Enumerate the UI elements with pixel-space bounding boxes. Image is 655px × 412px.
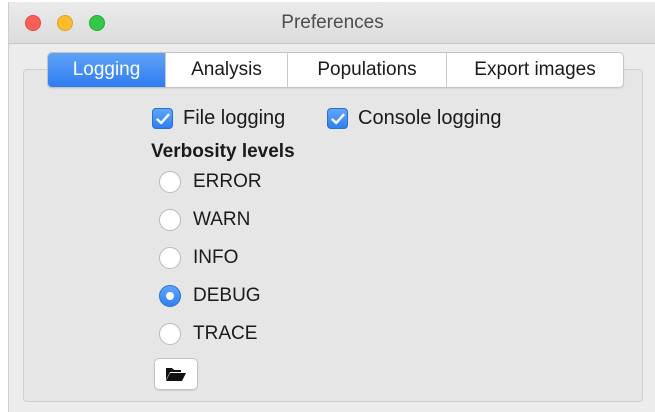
radio-info[interactable]: INFO: [159, 247, 238, 269]
radio-error[interactable]: ERROR: [159, 171, 262, 193]
file-logging-checkbox-row[interactable]: File logging: [152, 107, 285, 130]
window-title: Preferences: [281, 12, 384, 33]
preferences-window: Preferences Logging Analysis Populations…: [8, 2, 655, 412]
tab-analysis[interactable]: Analysis: [166, 53, 288, 87]
radio-button[interactable]: [159, 171, 181, 193]
tab-export-images[interactable]: Export images: [447, 53, 623, 87]
title-bar[interactable]: Preferences: [9, 2, 655, 44]
checkmark-icon: [155, 113, 170, 124]
checkmark-icon: [330, 113, 345, 124]
radio-label: TRACE: [193, 323, 258, 344]
radio-button-selected[interactable]: [159, 285, 181, 307]
radio-button[interactable]: [159, 209, 181, 231]
verbosity-levels-heading: Verbosity levels: [151, 141, 295, 162]
file-logging-label: File logging: [183, 107, 286, 129]
tab-populations[interactable]: Populations: [288, 53, 447, 87]
console-logging-checkbox-row[interactable]: Console logging: [327, 107, 501, 130]
radio-button[interactable]: [159, 323, 181, 345]
tab-logging[interactable]: Logging: [48, 53, 166, 87]
radio-label: INFO: [193, 247, 239, 268]
radio-warn[interactable]: WARN: [159, 209, 250, 231]
radio-label: DEBUG: [193, 285, 261, 306]
radio-button[interactable]: [159, 247, 181, 269]
radio-label: ERROR: [193, 171, 262, 192]
tab-bar: Logging Analysis Populations Export imag…: [47, 52, 624, 88]
radio-trace[interactable]: TRACE: [159, 323, 257, 345]
file-logging-checkbox[interactable]: [152, 108, 173, 129]
open-log-folder-button[interactable]: [154, 358, 198, 390]
radio-label: WARN: [193, 209, 251, 230]
console-logging-label: Console logging: [358, 107, 502, 129]
folder-open-icon: [166, 368, 186, 381]
radio-debug[interactable]: DEBUG: [159, 285, 261, 307]
console-logging-checkbox[interactable]: [327, 108, 348, 129]
